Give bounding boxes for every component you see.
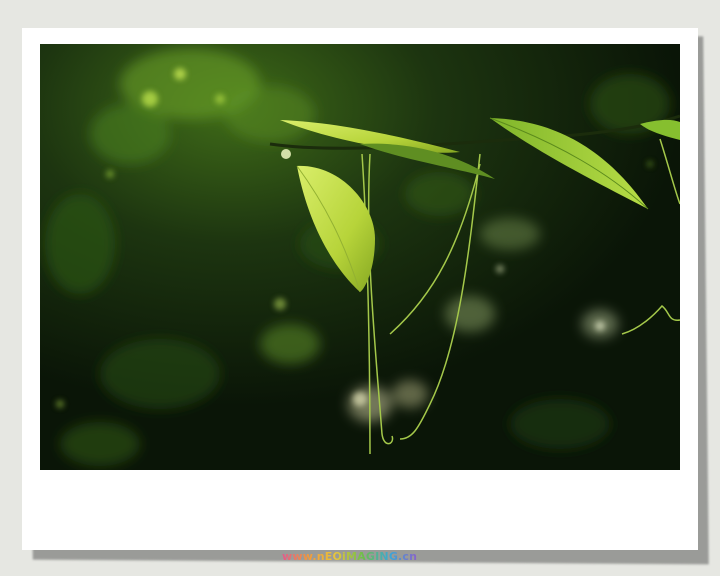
site-watermark: www.nEOiMAGING.cn bbox=[282, 550, 417, 568]
nature-photo bbox=[40, 44, 680, 470]
photo-frame bbox=[22, 28, 698, 550]
watermark-text: www.nEOiMAGING.cn bbox=[282, 550, 417, 568]
photo-illustration bbox=[40, 44, 680, 470]
